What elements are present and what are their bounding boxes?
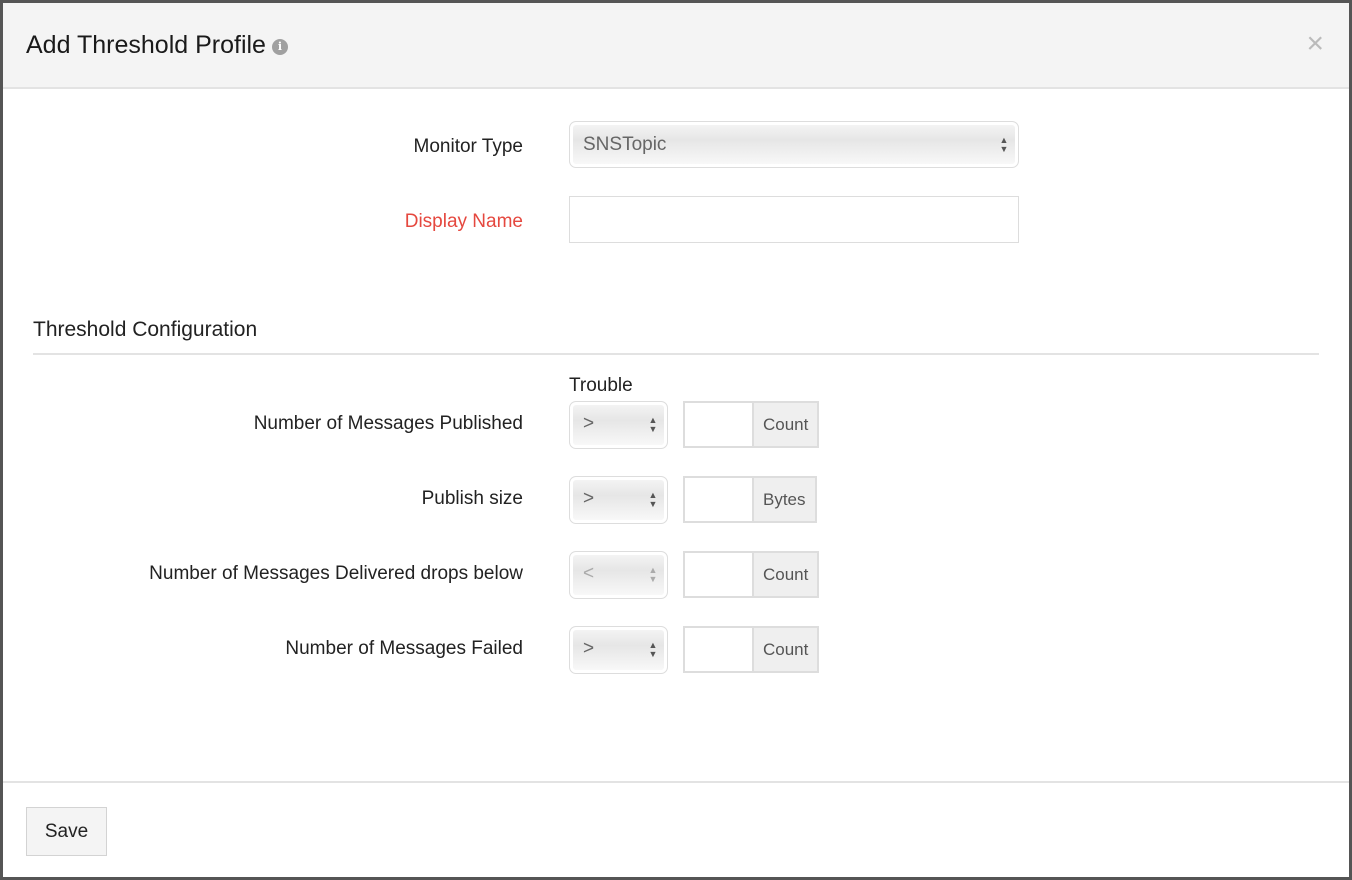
operator-select[interactable]: > ▲ ▼ bbox=[569, 626, 668, 674]
section-divider bbox=[33, 353, 1319, 355]
unit-addon: Count bbox=[754, 553, 818, 596]
dialog-title: Add Threshold Profile i bbox=[26, 31, 288, 60]
threshold-value-input[interactable] bbox=[685, 553, 754, 596]
monitor-type-label: Monitor Type bbox=[413, 136, 523, 157]
save-button[interactable]: Save bbox=[26, 807, 107, 856]
select-arrows-icon: ▲ ▼ bbox=[648, 640, 658, 659]
trouble-column-header: Trouble bbox=[569, 375, 633, 396]
operator-select[interactable]: > ▲ ▼ bbox=[569, 476, 668, 524]
threshold-row-label: Publish size bbox=[421, 488, 523, 509]
unit-addon: Count bbox=[754, 628, 818, 671]
threshold-value-input[interactable] bbox=[685, 403, 754, 446]
operator-select: < ▲ ▼ bbox=[569, 551, 668, 599]
operator-select[interactable]: > ▲ ▼ bbox=[569, 401, 668, 449]
threshold-value-input[interactable] bbox=[685, 478, 754, 521]
unit-addon: Bytes bbox=[754, 478, 815, 521]
select-arrows-icon: ▲ ▼ bbox=[648, 565, 658, 584]
dialog-header: Add Threshold Profile i × bbox=[3, 3, 1349, 89]
threshold-row-label: Number of Messages Delivered drops below bbox=[149, 563, 523, 584]
threshold-value-group: Count bbox=[683, 626, 820, 673]
add-threshold-profile-dialog: Add Threshold Profile i × Monitor Type SN… bbox=[3, 3, 1349, 877]
monitor-type-select[interactable]: SNSTopic ▲ ▼ bbox=[569, 121, 1019, 168]
info-icon[interactable]: i bbox=[271, 39, 288, 55]
threshold-value-group: Bytes bbox=[683, 476, 817, 523]
threshold-value-input[interactable] bbox=[685, 628, 754, 671]
select-arrows-icon: ▲ ▼ bbox=[648, 490, 658, 509]
threshold-value-group: Count bbox=[683, 401, 820, 448]
threshold-row-label: Number of Messages Failed bbox=[285, 638, 523, 659]
select-arrows-icon: ▲ ▼ bbox=[648, 415, 658, 434]
select-arrows-icon: ▲ ▼ bbox=[999, 134, 1009, 154]
display-name-label: Display Name bbox=[404, 211, 523, 232]
threshold-value-group: Count bbox=[683, 551, 820, 598]
threshold-row-label: Number of Messages Published bbox=[253, 413, 523, 434]
unit-addon: Count bbox=[754, 403, 818, 446]
display-name-input[interactable] bbox=[569, 196, 1019, 243]
threshold-configuration-title: Threshold Configuration bbox=[33, 318, 258, 341]
footer-divider bbox=[3, 781, 1349, 783]
close-icon[interactable]: × bbox=[1306, 29, 1324, 59]
